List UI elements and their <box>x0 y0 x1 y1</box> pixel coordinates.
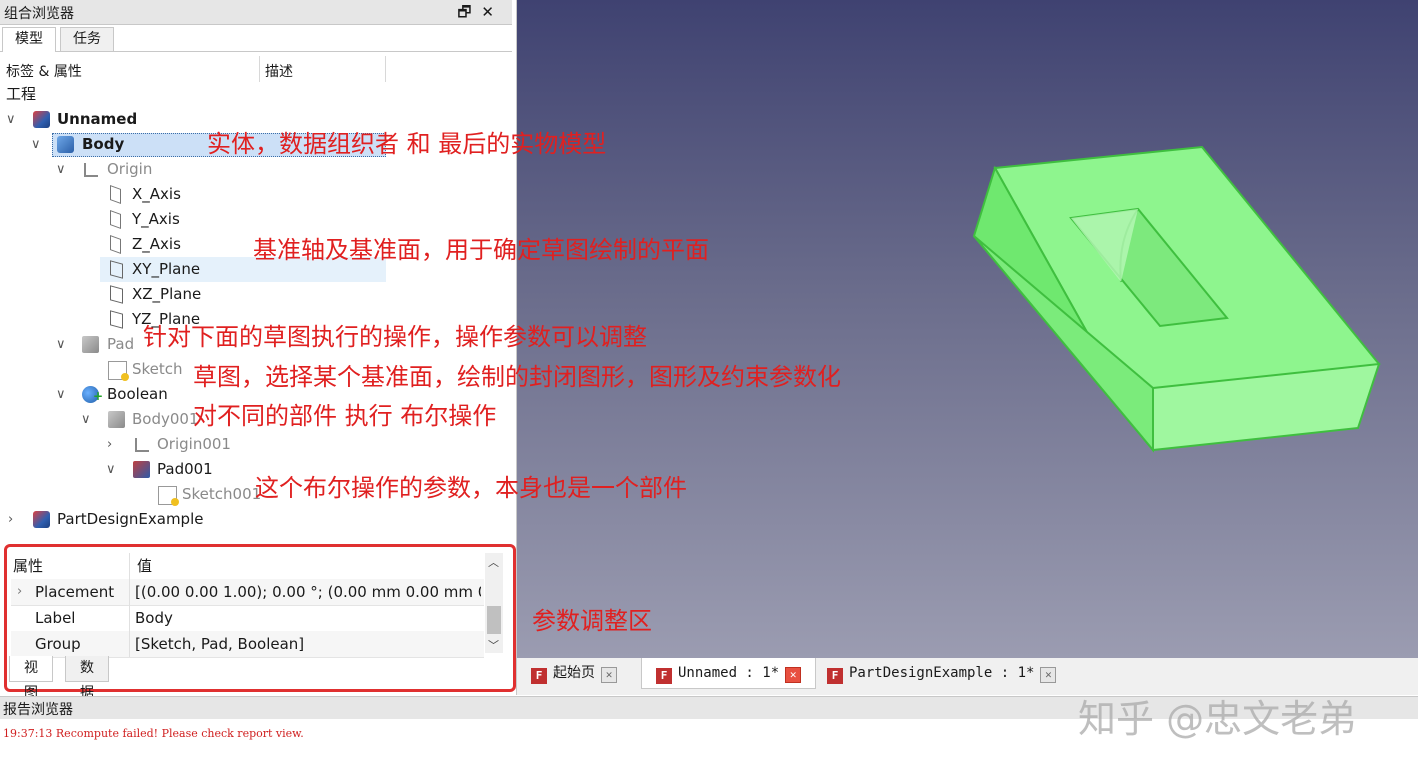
tree-item-partdesignexample[interactable]: › PartDesignExample <box>0 507 500 532</box>
axis-line-icon <box>110 209 121 230</box>
annotation-property-area: 参数调整区 <box>532 607 652 635</box>
plane-icon <box>110 285 123 304</box>
collapse-chevron-icon[interactable]: › <box>17 579 22 605</box>
tree-item-y-axis[interactable]: Y_Axis <box>0 207 500 232</box>
tree-header: 标签 & 属性 描述 <box>0 56 508 82</box>
expand-chevron-icon[interactable]: ∨ <box>31 132 41 157</box>
annotation-pad: 针对下面的草图执行的操作，操作参数可以调整 <box>143 323 647 351</box>
boolean-icon <box>82 384 103 409</box>
axis-line-icon <box>110 234 121 255</box>
expand-chevron-icon[interactable]: ∨ <box>56 332 66 357</box>
part-icon <box>33 511 50 528</box>
3d-viewport[interactable] <box>517 0 1418 658</box>
pad-icon <box>82 336 99 353</box>
property-row-label[interactable]: Label Body <box>11 605 484 632</box>
collapse-chevron-icon[interactable]: › <box>8 507 13 532</box>
tree-item-x-axis[interactable]: X_Axis <box>0 182 500 207</box>
tree-root-label: 工程 <box>6 85 37 103</box>
body-icon <box>57 136 74 153</box>
doc-tab-unnamed[interactable]: F Unnamed : 1* ✕ <box>641 658 817 689</box>
part-icon <box>33 111 50 128</box>
expand-chevron-icon[interactable]: ∨ <box>56 382 66 407</box>
expand-chevron-icon[interactable]: ∨ <box>106 457 116 482</box>
column-label[interactable]: 标签 & 属性 <box>6 61 82 81</box>
doc-tab-partdesignexample[interactable]: F PartDesignExample : 1* ✕ <box>827 658 1057 688</box>
tab-view[interactable]: 视图 <box>9 656 53 701</box>
freecad-icon: F <box>531 668 547 684</box>
combo-view-titlebar: 组合浏览器 🗗✕ <box>0 0 512 25</box>
tab-data[interactable]: 数据 <box>65 656 109 701</box>
property-scrollbar[interactable]: ︿ ﹀ <box>485 553 503 653</box>
tab-task[interactable]: 任务 <box>60 27 114 51</box>
freecad-icon: F <box>656 668 672 684</box>
annotation-sketch: 草图，选择某个基准面，绘制的封闭图形，图形及约束参数化 <box>193 363 841 391</box>
float-window-icon[interactable]: 🗗 <box>457 3 481 21</box>
body-icon <box>108 411 125 428</box>
close-panel-icon[interactable]: ✕ <box>481 3 504 21</box>
scrollbar-thumb[interactable] <box>487 606 501 634</box>
expand-chevron-icon[interactable]: ∨ <box>6 107 16 132</box>
annotation-boolean: 对不同的部件 执行 布尔操作 <box>193 402 497 430</box>
expand-chevron-icon[interactable]: ∨ <box>56 157 66 182</box>
axis-line-icon <box>110 184 121 205</box>
sketch-icon <box>108 361 129 381</box>
watermark: 知乎 @忠文老弟 <box>1078 697 1357 741</box>
property-row-group[interactable]: Group [Sketch, Pad, Boolean] <box>11 631 484 658</box>
column-description[interactable]: 描述 <box>265 61 293 81</box>
sketch-icon <box>158 486 179 506</box>
scroll-up-icon[interactable]: ︿ <box>488 554 499 570</box>
pad-icon <box>133 461 150 478</box>
property-header: 属性 值 <box>11 553 484 580</box>
close-tab-icon[interactable]: ✕ <box>1040 667 1057 683</box>
scroll-down-icon[interactable]: ﹀ <box>488 637 499 653</box>
model-render[interactable] <box>517 0 1418 658</box>
close-tab-icon[interactable]: ✕ <box>785 667 802 683</box>
tab-model[interactable]: 模型 <box>2 27 56 52</box>
collapse-chevron-icon[interactable]: › <box>107 432 112 457</box>
close-tab-icon[interactable]: ✕ <box>601 667 617 683</box>
panel-tabs: 模型 任务 <box>0 27 512 52</box>
annotation-boolean-param: 这个布尔操作的参数，本身也是一个部件 <box>255 474 687 502</box>
annotation-body: 实体，数据组织者 和 最后的实物模型 <box>207 130 607 158</box>
doc-tab-start-page[interactable]: F 起始页 ✕ <box>531 658 617 688</box>
plane-icon <box>110 310 123 329</box>
annotation-origin: 基准轴及基准面，用于确定草图绘制的平面 <box>253 236 709 264</box>
expand-chevron-icon[interactable]: ∨ <box>81 407 91 432</box>
property-table: 属性 值 › Placement [(0.00 0.00 1.00); 0.00… <box>11 553 484 658</box>
origin-icon <box>84 163 98 177</box>
origin-icon <box>135 438 149 452</box>
panel-title: 组合浏览器 <box>4 6 74 22</box>
report-title: 报告浏览器 <box>3 702 73 718</box>
report-message: 19:37:13 Recompute failed! Please check … <box>3 727 304 740</box>
property-row-placement[interactable]: › Placement [(0.00 0.00 1.00); 0.00 °; (… <box>11 579 484 606</box>
tree-item-origin[interactable]: ∨ Origin <box>0 157 500 182</box>
tree-item-origin001[interactable]: › Origin001 <box>0 432 500 457</box>
tree-item-xz-plane[interactable]: XZ_Plane <box>0 282 500 307</box>
freecad-icon: F <box>827 668 843 684</box>
plane-icon <box>110 260 123 279</box>
property-editor: 属性 值 › Placement [(0.00 0.00 1.00); 0.00… <box>4 544 516 701</box>
